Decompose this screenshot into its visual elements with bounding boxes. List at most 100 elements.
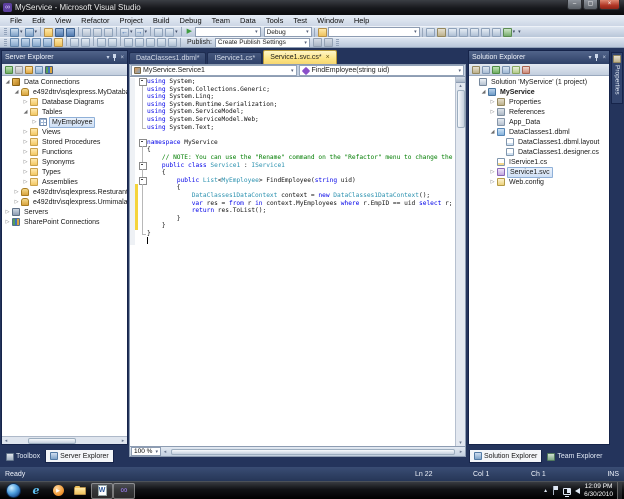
increase-indent-button[interactable] [80,37,91,48]
solution-explorer-titlebar[interactable]: Solution Explorer ▾ × [469,51,609,64]
collapse-toggle-icon[interactable] [138,176,147,185]
expander-icon[interactable]: ▷ [22,179,29,185]
expander-icon[interactable]: ▷ [13,199,20,205]
add-item-button[interactable]: ▾ [24,27,39,38]
close-panel-icon[interactable]: × [602,55,606,61]
word-completion-button[interactable] [42,37,53,48]
horizontal-scrollbar[interactable]: ◂ ▸ [2,436,127,444]
code-editor[interactable]: using System; using System.Collections.Ge… [130,77,455,446]
menu-project[interactable]: Project [115,15,148,26]
taskbar-internet-explorer[interactable]: e [25,483,47,499]
menu-view[interactable]: View [50,15,76,26]
parameter-info-button[interactable] [20,37,31,48]
navigate-forward-button[interactable]: ▾ [164,27,179,38]
previous-bookmark-button[interactable] [123,37,134,48]
collapse-toggle-icon[interactable] [138,161,147,170]
expander-icon[interactable]: ▷ [4,219,11,225]
tab-solution-explorer[interactable]: Solution Explorer [469,450,543,463]
tree-item[interactable]: ▷ SharePoint Connections [2,217,127,227]
tab-dataclasses1-dbml[interactable]: DataClasses1.dbml* [129,52,207,64]
tree-item[interactable]: DataClasses1.designer.cs [469,147,609,157]
expander-icon[interactable]: ◢ [13,89,20,95]
tree-item[interactable]: ▷ Properties [469,97,609,107]
tree-item[interactable]: ▷ Assemblies [2,177,127,187]
scroll-right-icon[interactable]: ▸ [457,449,465,455]
quick-info-button[interactable] [31,37,42,48]
expander-icon[interactable]: ▷ [489,109,496,115]
tree-item[interactable]: ▷ e492dtrv\sqlexpress.Resturant.dbo [2,187,127,197]
nest-related-files-button[interactable] [501,64,511,75]
stop-refresh-button[interactable] [14,64,24,75]
expander-icon[interactable]: ▷ [22,169,29,175]
collapse-toggle-icon[interactable] [138,138,147,147]
asp-net-configuration-button[interactable] [521,64,531,75]
connect-database-button[interactable] [24,64,34,75]
next-bookmark-button[interactable] [134,37,145,48]
horizontal-scrollbar[interactable]: ◂ ▸ [161,448,465,456]
menu-edit[interactable]: Edit [27,15,50,26]
extension-manager-button[interactable]: ▾ [502,27,517,38]
scroll-left-icon[interactable]: ◂ [2,438,10,444]
expander-icon[interactable]: ▷ [22,139,29,145]
expander-icon[interactable]: ▷ [22,159,29,165]
menu-window[interactable]: Window [312,15,349,26]
tree-item[interactable]: ▷ Web.config [469,177,609,187]
publish-web-button[interactable] [312,37,323,48]
tab-team-explorer[interactable]: Team Explorer [543,450,606,463]
tree-item[interactable]: ▷ Types [2,167,127,177]
collapse-toggle-icon[interactable] [138,78,147,86]
tree-item[interactable]: ▷ Database Diagrams [2,97,127,107]
tab-toolbox[interactable]: Toolbox [2,450,44,463]
menu-data[interactable]: Data [235,15,261,26]
tree-item[interactable]: IService1.cs [469,157,609,167]
show-hidden-icons-icon[interactable]: ▲ [543,488,548,494]
redo-button[interactable]: ▾ [134,27,149,38]
menu-help[interactable]: Help [349,15,374,26]
tab-properties[interactable]: Properties [611,52,623,104]
expander-icon[interactable]: ▷ [22,129,29,135]
tree-item[interactable]: ▷ Servers [2,207,127,217]
expander-icon[interactable]: ◢ [4,79,11,85]
expander-icon[interactable]: ◢ [489,129,496,135]
expander-icon[interactable]: ▷ [489,179,496,185]
window-position-icon[interactable]: ▾ [106,54,109,61]
sharepoint-connection-button[interactable] [44,64,54,75]
find-combo[interactable]: ▾ [194,27,261,37]
expander-icon[interactable]: ▷ [4,209,11,215]
publish-settings-button[interactable] [323,37,334,48]
start-page-button[interactable] [491,27,502,38]
menu-refactor[interactable]: Refactor [76,15,114,26]
tree-item[interactable]: ◢ Data Connections [2,77,127,87]
tree-item[interactable]: ▷ Synonyms [2,157,127,167]
expander-icon[interactable]: ◢ [480,89,487,95]
auto-hide-pin-icon[interactable] [594,54,599,61]
expander-icon[interactable]: ▷ [489,169,496,175]
tree-item[interactable]: ◢ e492dtrv\sqlexpress.MyDatabase.d [2,87,127,97]
start-button[interactable] [6,483,21,498]
types-dropdown[interactable]: MyService.Service1 ▾ [131,65,297,76]
expander-icon[interactable]: ▷ [13,189,20,195]
error-list-button[interactable] [469,27,480,38]
tree-item[interactable]: App_Data [469,117,609,127]
close-button[interactable]: × [599,0,620,10]
toolbar-grip[interactable] [4,28,7,36]
toolbar-grip[interactable] [335,38,339,47]
scroll-down-icon[interactable]: ▾ [459,440,462,446]
menu-file[interactable]: File [5,15,27,26]
members-dropdown[interactable]: FindEmployee(string uid) ▾ [298,65,464,76]
tree-item[interactable]: ▷ Functions [2,147,127,157]
tab-server-explorer[interactable]: Server Explorer [45,450,114,463]
scroll-up-icon[interactable]: ▴ [459,83,462,89]
tree-item[interactable]: ◢ MyService [469,87,609,97]
menu-test[interactable]: Test [288,15,312,26]
window-position-icon[interactable]: ▾ [588,54,591,61]
clear-bookmarks-button[interactable] [167,37,178,48]
expander-icon[interactable]: ▷ [489,99,496,105]
tree-item[interactable]: ▷ MyEmployee [2,116,127,128]
expander-icon[interactable]: ▷ [22,99,29,105]
expander-icon[interactable]: ▷ [22,149,29,155]
tree-item[interactable]: ◢ DataClasses1.dbml [469,127,609,137]
toolbox-button[interactable] [458,27,469,38]
properties-window-button[interactable] [436,27,447,38]
next-bookmark-folder-button[interactable] [156,37,167,48]
